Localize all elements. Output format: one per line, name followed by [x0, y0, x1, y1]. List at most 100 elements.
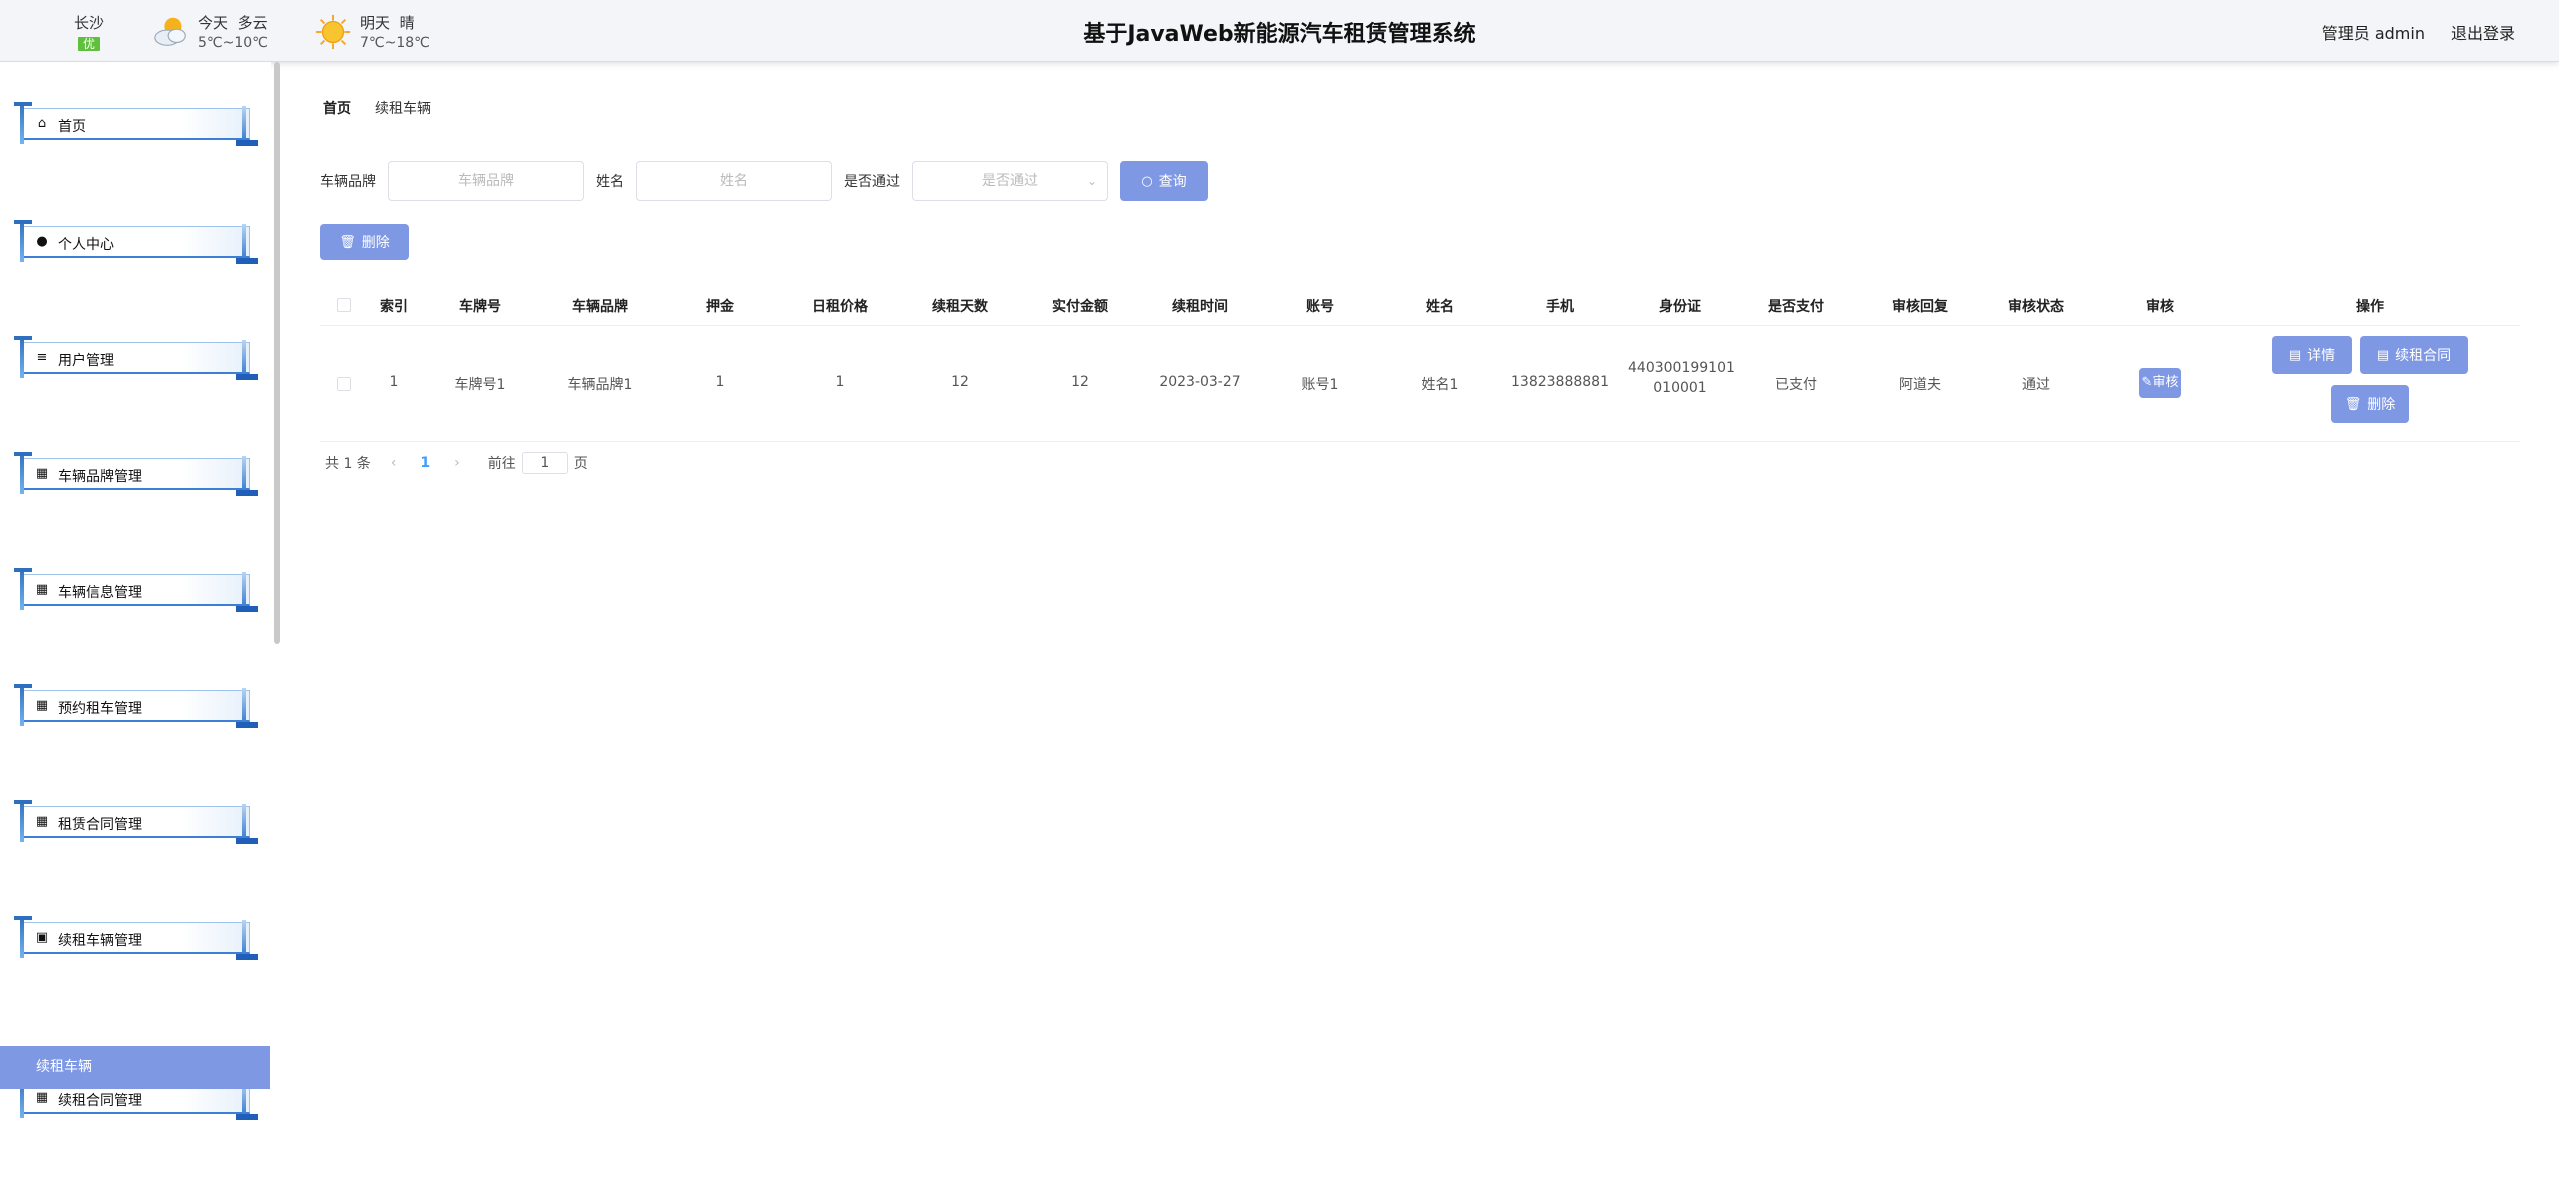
tomorrow-temp: 7℃~18℃ [360, 35, 430, 51]
pager-goto-label: 前往 [487, 456, 516, 472]
menu-post [20, 452, 24, 494]
menu-right-post [242, 920, 246, 954]
audit-button[interactable]: ✎审核 [2139, 368, 2181, 398]
menu-right-foot [236, 258, 258, 264]
pager-current-page[interactable]: 1 [420, 455, 430, 471]
menu-right-foot [236, 838, 258, 844]
column-header: 索引 [380, 299, 408, 315]
pass-select[interactable]: 是否通过 ⌄ [912, 161, 1108, 201]
sidebar-item-label: 租赁合同管理 [58, 817, 142, 833]
city-weather: 长沙 优 [72, 12, 106, 52]
pager-goto-input[interactable]: 1 [521, 452, 568, 474]
tomorrow-desc: 晴 [399, 14, 415, 32]
menu-frame [22, 108, 250, 140]
sidebar-item-label: 预约租车管理 [58, 701, 142, 717]
grid3-icon: ▦ [35, 698, 49, 713]
logout-link[interactable]: 退出登录 [2451, 20, 2515, 44]
pager-page-unit: 页 [573, 456, 588, 472]
chevron-down-icon: ⌄ [1086, 174, 1097, 188]
menu-right-foot [236, 1114, 258, 1120]
audit-button-label: 审核 [2152, 375, 2179, 390]
column-header: 身份证 [1659, 299, 1701, 315]
sidebar-item-label: 车辆品牌管理 [58, 469, 142, 485]
cell-is-paid: 已支付 [1775, 377, 1817, 393]
menu-right-foot [236, 140, 258, 146]
menu-right-post [242, 340, 246, 374]
menu-post-cap [14, 568, 32, 572]
menu-post-cap [14, 336, 32, 340]
column-header: 续租天数 [932, 299, 988, 315]
menu-right-foot [236, 606, 258, 612]
sidebar-item[interactable]: ▦ 车辆品牌管理 [12, 452, 262, 496]
user-icon: ● [36, 234, 48, 249]
cell-phone: 13823888881 [1511, 374, 1609, 390]
brand-input[interactable]: 车辆品牌 [388, 161, 584, 201]
sidebar-item[interactable]: ▦ 租赁合同管理 [12, 800, 262, 844]
edit-icon: ✎ [2141, 375, 2153, 390]
name-input[interactable]: 姓名 [636, 161, 832, 201]
query-button-label: 查询 [1158, 174, 1187, 190]
name-label: 姓名 [596, 174, 624, 190]
menu-post-cap [14, 916, 32, 920]
document-icon: ▤ [2288, 347, 2302, 363]
current-user: 管理员 admin [2322, 20, 2425, 44]
query-button[interactable]: ○ 查询 [1120, 161, 1208, 201]
cell-brand: 车辆品牌1 [567, 377, 633, 393]
cell-paid: 12 [1071, 374, 1089, 390]
grid-icon: ▦ [35, 466, 49, 481]
row-delete-button[interactable]: 🗑 删除 [2331, 385, 2409, 423]
menu-post-cap [14, 800, 32, 804]
batch-delete-button[interactable]: 🗑 删除 [320, 224, 409, 260]
cell-name: 姓名1 [1421, 377, 1459, 393]
sidebar-item[interactable]: ⌂ 首页 [12, 102, 262, 146]
cell-index: 1 [389, 374, 399, 390]
sidebar-item[interactable]: ≡ 用户管理 [12, 336, 262, 380]
breadcrumb-home[interactable]: 首页 [323, 98, 351, 118]
renew-contract-button[interactable]: ▤ 续租合同 [2360, 336, 2468, 374]
cell-plate: 车牌号1 [454, 377, 506, 393]
trash-icon: 🗑 [339, 234, 356, 250]
row-checkbox[interactable] [337, 377, 351, 391]
list-icon: ≡ [36, 350, 48, 365]
trash-icon: 🗑 [2344, 396, 2362, 412]
detail-button[interactable]: ▤ 详情 [2272, 336, 2352, 374]
sidebar-item-label: 用户管理 [58, 353, 114, 369]
menu-post [20, 684, 24, 726]
menu-frame [22, 226, 250, 258]
cell-account: 账号1 [1301, 377, 1339, 393]
menu-post [20, 568, 24, 610]
column-header: 手机 [1546, 299, 1574, 315]
sidebar: ⌂ 首页 ● 个人中心 ≡ 用户管理 ▦ 车辆品牌管理 ▦ 车辆信息管理 ▦ 预约租车管理 ▦ 租赁合同管… [0, 62, 271, 1188]
row-delete-label: 删除 [2367, 397, 2396, 413]
partly-cloudy-icon [154, 17, 186, 46]
next-page-icon[interactable]: › [454, 455, 460, 471]
sidebar-scrollbar[interactable] [274, 62, 280, 644]
sidebar-item[interactable]: ▦ 预约租车管理 [12, 684, 262, 728]
sidebar-item[interactable]: ▣ 续租车辆管理 [12, 916, 262, 960]
grid-icon: ▦ [35, 582, 49, 597]
breadcrumb-current: 续租车辆 [375, 101, 431, 117]
prev-page-icon[interactable]: ‹ [391, 455, 397, 471]
pager-total: 共 1 条 [325, 456, 371, 472]
today-temp: 5℃~10℃ [198, 35, 268, 51]
sidebar-item[interactable]: ● 个人中心 [12, 220, 262, 264]
brand-label: 车辆品牌 [320, 174, 376, 190]
menu-post [20, 102, 24, 144]
sidebar-item-label: 首页 [58, 119, 86, 135]
table-header: 索引 车牌号 车辆品牌 押金 日租价格 续租天数 实付金额 续租时间 账号 姓名 手机 身份证 是否支付… [320, 284, 2520, 326]
select-all-checkbox[interactable] [337, 298, 351, 312]
weather-today: 今天 多云 5℃~10℃ [152, 12, 268, 51]
sidebar-subitem-active[interactable]: 续租车辆 [0, 1046, 270, 1089]
sunny-icon [315, 14, 351, 49]
clipboard-icon: ▣ [35, 930, 49, 945]
cell-daily-price: 1 [835, 374, 845, 390]
menu-post [20, 336, 24, 378]
id-card-line1: 440300199101 [1628, 360, 1735, 376]
pass-label: 是否通过 [844, 174, 900, 190]
sidebar-item[interactable]: ▦ 车辆信息管理 [12, 568, 262, 612]
batch-delete-label: 删除 [361, 235, 390, 251]
column-header: 操作 [2356, 299, 2384, 315]
id-card-line2: 010001 [1653, 380, 1707, 396]
pagination: 共 1 条 ‹ 1 › 前往 1 页 [325, 452, 588, 474]
menu-right-post [242, 106, 246, 140]
